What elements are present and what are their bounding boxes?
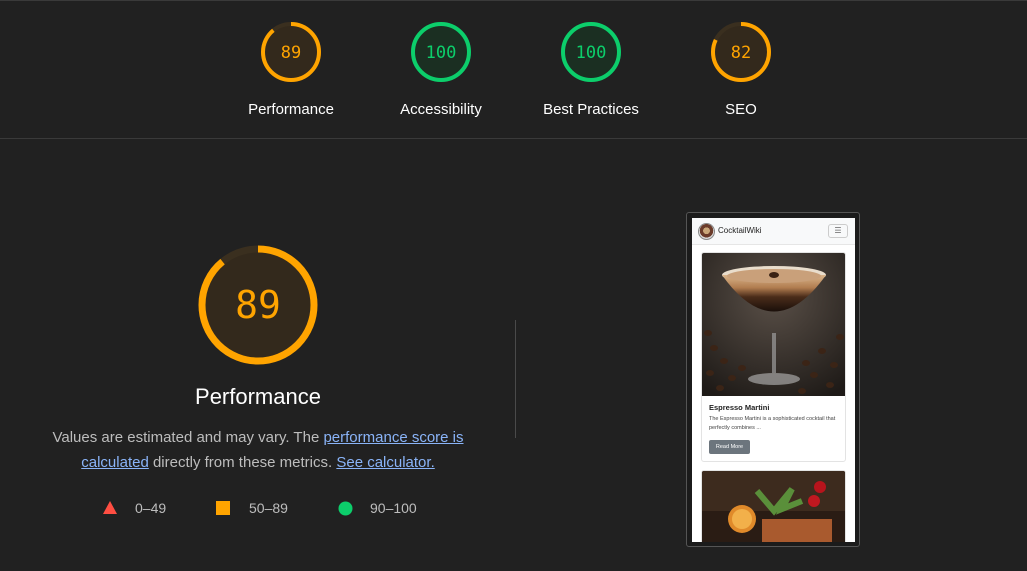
screenshot-viewport: CocktailWiki ☰ Espresso Martini The Espr… [692,218,855,542]
cocktail-image [702,471,845,542]
cocktail-logo-icon [698,223,715,240]
gauge-seo-label: SEO [725,101,757,118]
gauge-best-practices-label: Best Practices [543,101,639,118]
see-calculator-link[interactable]: See calculator. [336,454,434,471]
triangle-icon [103,501,117,514]
gauge-accessibility-label: Accessibility [400,101,482,118]
final-screenshot-frame[interactable]: CocktailWiki ☰ Espresso Martini The Espr… [686,212,860,547]
hamburger-menu-icon: ☰ [828,224,848,238]
gauge-accessibility-ring: 100 [411,22,471,82]
circle-icon [338,501,353,516]
preview-card-title: Espresso Martini [709,403,770,412]
gauge-performance-label: Performance [248,101,334,118]
preview-brand: CocktailWiki [718,226,762,235]
espresso-martini-image [702,253,845,396]
legend-pass-range: 90–100 [370,500,417,516]
gauge-best-practices-ring: 100 [561,22,621,82]
gauge-seo-value: 82 [731,43,751,63]
gauge-performance[interactable]: 89 Performance [231,21,351,118]
score-summary-bar: 89 Performance 100 Accessibility 100 Bes… [0,0,1027,139]
gauge-accessibility-value: 100 [426,43,457,63]
performance-main-value: 89 [235,283,281,327]
gauge-performance-value: 89 [281,43,301,63]
desc-prefix: Values are estimated and may vary. The [52,429,324,446]
gauge-best-practices-value: 100 [576,43,607,63]
legend-average-range: 50–89 [249,500,288,516]
preview-card-second [701,470,846,542]
vertical-divider [515,320,516,438]
performance-main-gauge: 89 [198,245,318,365]
desc-middle: directly from these metrics. [148,454,337,471]
preview-read-more-button: Read More [709,440,750,454]
performance-description: Values are estimated and may vary. The p… [40,425,476,475]
preview-navbar: CocktailWiki ☰ [692,218,855,245]
preview-card-text: The Espresso Martini is a sophisticated … [709,416,836,431]
preview-card-espresso-martini: Espresso Martini The Espresso Martini is… [701,252,846,462]
legend-fail-range: 0–49 [135,500,167,516]
score-legend: 0–49 50–89 90–100 [0,499,520,519]
gauge-performance-ring: 89 [261,22,321,82]
square-icon [216,501,230,515]
gauge-seo-ring: 82 [711,22,771,82]
gauge-accessibility[interactable]: 100 Accessibility [381,21,501,118]
performance-title: Performance [195,384,321,409]
gauge-seo[interactable]: 82 SEO [681,21,801,118]
gauge-best-practices[interactable]: 100 Best Practices [531,21,651,118]
